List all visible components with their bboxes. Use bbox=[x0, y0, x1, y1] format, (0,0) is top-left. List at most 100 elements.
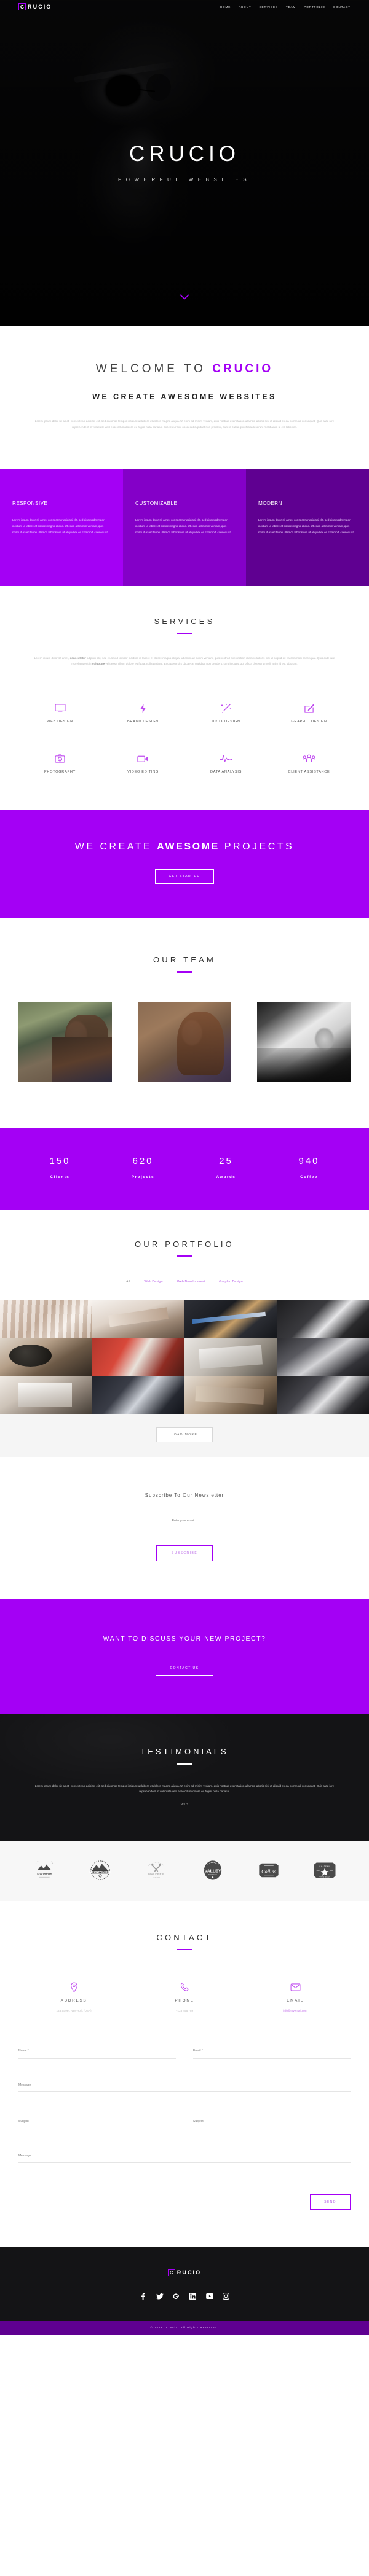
portfolio-item[interactable] bbox=[92, 1338, 184, 1376]
service-item-data-analysis[interactable]: DATA ANALYSIS bbox=[184, 752, 268, 774]
portfolio-item[interactable] bbox=[184, 1300, 277, 1338]
feature-text: Lorem ipsum dolor sit amet, consectetur … bbox=[135, 518, 232, 534]
portfolio-filter-all[interactable]: All bbox=[126, 1280, 130, 1284]
contact-card-value: info@myemail.com bbox=[283, 2009, 308, 2013]
stat-coffee: 940 Coffee bbox=[268, 1156, 351, 1179]
portfolio-item[interactable] bbox=[0, 1300, 92, 1338]
logo-text: RUCIO bbox=[177, 2270, 202, 2276]
subscribe-button[interactable]: SUBSCRIBE bbox=[156, 1545, 213, 1562]
portfolio-item[interactable] bbox=[92, 1300, 184, 1338]
nav-item-home[interactable]: HOME bbox=[220, 6, 231, 9]
feature-card-modern: MODERN Lorem ipsum dolor sit amet, conse… bbox=[246, 469, 369, 587]
service-label: VIDEO EDITING bbox=[127, 770, 159, 775]
portfolio-item[interactable] bbox=[277, 1338, 369, 1376]
nav-item-contact[interactable]: CONTACT bbox=[333, 6, 351, 9]
svg-text:MOUNTAIN: MOUNTAIN bbox=[208, 1873, 217, 1876]
scroll-down-button[interactable] bbox=[180, 294, 189, 300]
portfolio-filter-web-design[interactable]: Web Design bbox=[145, 1280, 163, 1284]
send-button-wrap: SEND bbox=[18, 2194, 351, 2247]
video-camera-icon bbox=[101, 752, 184, 765]
mountain-badge-logo: Mountain bbox=[32, 1858, 57, 1883]
portfolio-item[interactable] bbox=[277, 1376, 369, 1415]
service-label: PHOTOGRAPHY bbox=[44, 770, 76, 775]
star-badge-logo: CHATEAU PARIS BEER bbox=[312, 1858, 337, 1883]
cta-heading: WE CREATE AWESOME PROJECTS bbox=[0, 841, 369, 853]
load-more-button[interactable]: LOAD MORE bbox=[156, 1427, 213, 1443]
hero-subtitle: POWERFUL WEBSITES bbox=[117, 177, 252, 182]
stat-value: 25 bbox=[219, 1155, 233, 1166]
site-logo[interactable]: C RUCIO bbox=[18, 3, 52, 10]
contact-message-textarea-2[interactable] bbox=[18, 2154, 351, 2163]
feature-text: Lorem ipsum dolor sit amet, consectetur … bbox=[258, 518, 355, 534]
portfolio-filter-web-development[interactable]: Web Development bbox=[177, 1280, 205, 1284]
feature-card-responsive: RESPONSIVE Lorem ipsum dolor sit amet, c… bbox=[0, 469, 123, 587]
testimonials-section: TESTIMONIALS Lorem ipsum dolor sit amet,… bbox=[0, 1714, 369, 1841]
welcome-section: WELCOME TO CRUCIO WE CREATE AWESOME WEBS… bbox=[0, 326, 369, 430]
nav-item-services[interactable]: SERVICES bbox=[260, 6, 278, 9]
google-plus-icon[interactable] bbox=[172, 2292, 180, 2300]
service-item-graphic-design[interactable]: GRAPHIC DESIGN bbox=[268, 701, 351, 724]
footer-logo[interactable]: C RUCIO bbox=[0, 2269, 369, 2277]
stats-counter-section: 150 Clients 620 Projects 25 Awards 940 C… bbox=[0, 1127, 369, 1210]
instagram-icon[interactable] bbox=[222, 2292, 230, 2300]
portfolio-item[interactable] bbox=[92, 1376, 184, 1415]
contact-card-value: 123 Street, New York (USA) bbox=[56, 2009, 92, 2013]
service-item-client-assistance[interactable]: CLIENT ASSISTANCE bbox=[268, 752, 351, 774]
portfolio-item[interactable] bbox=[184, 1376, 277, 1415]
nav-item-portfolio[interactable]: PORTFOLIO bbox=[304, 6, 325, 9]
logo-mark-icon: C bbox=[18, 3, 26, 10]
welcome-paragraph: Lorem ipsum dolor sit amet, consectetur … bbox=[34, 420, 335, 429]
testimonials-title: TESTIMONIALS bbox=[140, 1747, 229, 1757]
service-label: GRAPHIC DESIGN bbox=[291, 720, 327, 724]
get-started-button[interactable]: GET STARTED bbox=[154, 869, 215, 884]
portfolio-filter-graphic-design[interactable]: Graphic Design bbox=[219, 1280, 243, 1284]
section-divider bbox=[177, 971, 192, 973]
contact-info-grid: ADDRESS 123 Street, New York (USA) PHONE… bbox=[18, 1981, 351, 2012]
portfolio-item[interactable] bbox=[277, 1300, 369, 1338]
contact-message-textarea[interactable] bbox=[18, 2083, 351, 2093]
camera-icon bbox=[18, 752, 101, 765]
service-item-web-design[interactable]: WEB DESIGN bbox=[18, 701, 101, 724]
team-member-photo-2[interactable] bbox=[138, 1002, 231, 1082]
service-item-uiux-design[interactable]: UI/UX DESIGN bbox=[184, 701, 268, 724]
nav-item-team[interactable]: TEAM bbox=[286, 6, 296, 9]
send-button[interactable]: SEND bbox=[310, 2194, 351, 2211]
portfolio-filters: All Web Design Web Development Graphic D… bbox=[0, 1280, 369, 1284]
portfolio-item[interactable] bbox=[0, 1376, 92, 1415]
contact-card-heading: EMAIL bbox=[287, 1999, 304, 2004]
stat-value: 620 bbox=[132, 1155, 154, 1166]
svg-text:PARIS BEER: PARIS BEER bbox=[319, 1876, 331, 1878]
nav-item-about[interactable]: ABOUT bbox=[239, 6, 251, 9]
contact-name-input[interactable] bbox=[18, 2049, 176, 2059]
hero-content: CRUCIO POWERFUL WEBSITES bbox=[0, 0, 369, 326]
services-text-bold-2: voluptate bbox=[92, 662, 105, 666]
contact-email-input[interactable] bbox=[193, 2049, 351, 2059]
stat-label: Coffee bbox=[300, 1174, 318, 1179]
portfolio-item[interactable] bbox=[0, 1338, 92, 1376]
newsletter-heading: Subscribe To Our Newsletter bbox=[145, 1493, 224, 1499]
svg-text:WALKERS: WALKERS bbox=[148, 1873, 164, 1876]
cta-banner-discuss: WANT TO DISCUSS YOUR NEW PROJECT? CONTAC… bbox=[0, 1599, 369, 1714]
facebook-icon[interactable] bbox=[139, 2292, 147, 2300]
linkedin-icon[interactable] bbox=[189, 2292, 197, 2300]
contact-form-row bbox=[18, 2049, 351, 2059]
youtube-icon[interactable] bbox=[205, 2292, 213, 2300]
team-member-photo-1[interactable] bbox=[18, 1002, 112, 1082]
newsletter-email-input[interactable] bbox=[80, 1519, 289, 1529]
stat-label: Awards bbox=[216, 1174, 236, 1179]
services-title: SERVICES bbox=[154, 617, 215, 626]
monitor-icon bbox=[18, 701, 101, 715]
contact-us-button[interactable]: CONTACT US bbox=[156, 1661, 213, 1676]
contact-card-value: +123 456 789 bbox=[175, 2009, 194, 2013]
service-item-photography[interactable]: PHOTOGRAPHY bbox=[18, 752, 101, 774]
twitter-icon[interactable] bbox=[156, 2292, 164, 2300]
service-item-video-editing[interactable]: VIDEO EDITING bbox=[101, 752, 184, 774]
lightning-bolt-icon bbox=[101, 701, 184, 715]
contact-extra-input[interactable] bbox=[193, 2120, 351, 2130]
portfolio-item[interactable] bbox=[184, 1338, 277, 1376]
team-member-photo-3[interactable] bbox=[257, 1002, 351, 1082]
stat-clients: 150 Clients bbox=[18, 1156, 101, 1179]
service-item-brand-design[interactable]: BRAND DESIGN bbox=[101, 701, 184, 724]
contact-subject-input[interactable] bbox=[18, 2120, 176, 2130]
feature-title: CUSTOMIZABLE bbox=[135, 501, 178, 507]
